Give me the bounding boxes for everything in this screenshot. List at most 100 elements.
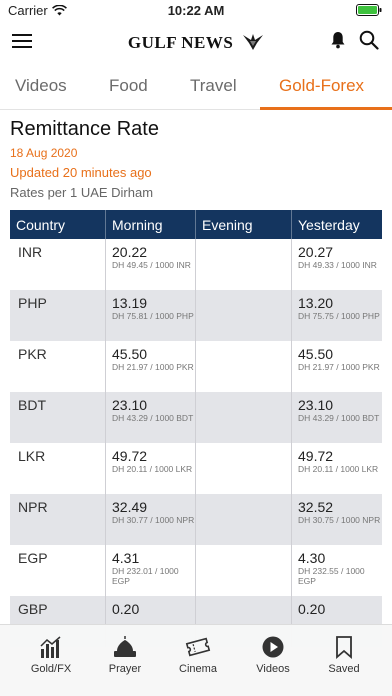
status-bar: Carrier 10:22 AM bbox=[0, 0, 392, 22]
morning-dh-rate: DH 43.29 / 1000 BDT bbox=[112, 413, 194, 423]
yesterday-cell: 4.30 DH 232.55 / 1000 EGP bbox=[292, 545, 382, 596]
morning-rate: 0.20 bbox=[112, 601, 140, 617]
table-row: BDT 23.10 DH 43.29 / 1000 BDT 23.10 DH 43.… bbox=[10, 392, 382, 443]
evening-cell bbox=[196, 290, 292, 341]
header-morning: Morning bbox=[106, 210, 196, 239]
tab-videos[interactable]: Videos bbox=[15, 76, 67, 96]
yesterday-rate: 0.20 bbox=[298, 601, 326, 617]
morning-cell: 23.10 DH 43.29 / 1000 BDT bbox=[106, 392, 196, 443]
country-code: EGP bbox=[10, 545, 106, 596]
morning-rate: 4.31 bbox=[112, 550, 140, 566]
morning-dh-rate: DH 21.97 / 1000 PKR bbox=[112, 362, 194, 372]
tab-food[interactable]: Food bbox=[109, 76, 148, 96]
yesterday-cell: 49.72 DH 20.11 / 1000 LKR bbox=[292, 443, 382, 494]
chart-bars-icon bbox=[40, 636, 61, 658]
page-title: Remittance Rate bbox=[10, 118, 159, 140]
nav-label: Videos bbox=[256, 663, 290, 675]
header-country: Country bbox=[10, 210, 106, 239]
nav-label: Gold/FX bbox=[30, 663, 72, 675]
falcon-emblem-icon bbox=[243, 34, 264, 50]
yesterday-cell: 32.52 DH 30.75 / 1000 NPR bbox=[292, 494, 382, 545]
evening-cell bbox=[196, 443, 292, 494]
morning-dh-rate: DH 75.81 / 1000 PHP bbox=[112, 311, 194, 321]
tab-gold-forex[interactable]: Gold-Forex bbox=[279, 76, 364, 96]
country-code: BDT bbox=[10, 392, 106, 443]
yesterday-rate: 45.50 bbox=[298, 346, 334, 362]
morning-dh-rate: DH 232.01 / 1000 EGP bbox=[112, 566, 179, 586]
rates-table: Country Morning Evening Yesterday INR 20… bbox=[10, 210, 382, 647]
nav-label: Prayer bbox=[108, 663, 142, 675]
morning-dh-rate: DH 20.11 / 1000 LKR bbox=[112, 464, 193, 474]
evening-cell bbox=[196, 545, 292, 596]
yesterday-dh-rate: DH 30.75 / 1000 NPR bbox=[298, 515, 381, 525]
table-row: NPR 32.49 DH 30.77 / 1000 NPR 32.52 DH 30.… bbox=[10, 494, 382, 545]
brand-name: GULF NEWS bbox=[127, 33, 234, 52]
evening-cell bbox=[196, 239, 292, 290]
morning-rate: 32.49 bbox=[112, 499, 148, 515]
app-header: GULF NEWS bbox=[0, 22, 392, 62]
mosque-icon bbox=[114, 636, 136, 657]
morning-dh-rate: DH 30.77 / 1000 NPR bbox=[112, 515, 195, 525]
page-date: 18 Aug 2020 bbox=[10, 146, 78, 160]
yesterday-rate: 20.27 bbox=[298, 244, 334, 260]
table-row: LKR 49.72 DH 20.11 / 1000 LKR 49.72 DH 20.… bbox=[10, 443, 382, 494]
country-code: NPR bbox=[10, 494, 106, 545]
nav-label: Cinema bbox=[179, 663, 217, 675]
morning-cell: 4.31 DH 232.01 / 1000 EGP bbox=[106, 545, 196, 596]
morning-cell: 45.50 DH 21.97 / 1000 PKR bbox=[106, 341, 196, 392]
nav-prayer[interactable]: Prayer bbox=[95, 635, 155, 675]
bookmark-icon bbox=[336, 636, 352, 659]
nav-videos[interactable]: Videos bbox=[243, 635, 303, 675]
morning-cell: 13.19 DH 75.81 / 1000 PHP bbox=[106, 290, 196, 341]
morning-rate: 23.10 bbox=[112, 397, 148, 413]
table-row: EGP 4.31 DH 232.01 / 1000 EGP 4.30 DH 232.… bbox=[10, 545, 382, 596]
nav-cinema[interactable]: Cinema bbox=[168, 635, 228, 675]
tab-travel[interactable]: Travel bbox=[190, 76, 237, 96]
yesterday-cell: 45.50 DH 21.97 / 1000 PKR bbox=[292, 341, 382, 392]
nav-label: Saved bbox=[328, 663, 360, 675]
active-tab-indicator bbox=[260, 107, 392, 110]
search-icon[interactable] bbox=[359, 30, 379, 50]
morning-cell: 32.49 DH 30.77 / 1000 NPR bbox=[106, 494, 196, 545]
morning-cell: 20.22 DH 49.45 / 1000 INR bbox=[106, 239, 196, 290]
morning-cell: 49.72 DH 20.11 / 1000 LKR bbox=[106, 443, 196, 494]
yesterday-cell: 13.20 DH 75.75 / 1000 PHP bbox=[292, 290, 382, 341]
country-code: PKR bbox=[10, 341, 106, 392]
battery-icon bbox=[356, 4, 382, 16]
evening-cell bbox=[196, 494, 292, 545]
table-row: INR 20.22 DH 49.45 / 1000 INR 20.27 DH 49.… bbox=[10, 239, 382, 290]
header-evening: Evening bbox=[196, 210, 292, 239]
yesterday-dh-rate: DH 21.97 / 1000 PKR bbox=[298, 362, 380, 372]
yesterday-cell: 20.27 DH 49.33 / 1000 INR bbox=[292, 239, 382, 290]
yesterday-dh-rate: DH 43.29 / 1000 BDT bbox=[298, 413, 380, 423]
country-code: LKR bbox=[10, 443, 106, 494]
yesterday-rate: 32.52 bbox=[298, 499, 334, 515]
header-yesterday: Yesterday bbox=[298, 217, 360, 233]
yesterday-rate: 4.30 bbox=[298, 550, 326, 566]
rates-note: Rates per 1 UAE Dirham bbox=[10, 185, 154, 200]
yesterday-rate: 49.72 bbox=[298, 448, 334, 464]
updated-status: Updated 20 minutes ago bbox=[10, 165, 152, 180]
yesterday-dh-rate: DH 75.75 / 1000 PHP bbox=[298, 311, 380, 321]
play-circle-icon bbox=[262, 636, 284, 658]
morning-rate: 45.50 bbox=[112, 346, 148, 362]
country-code: PHP bbox=[10, 290, 106, 341]
country-code: INR bbox=[10, 239, 106, 290]
bell-icon[interactable] bbox=[330, 31, 346, 49]
yesterday-rate: 13.20 bbox=[298, 295, 334, 311]
evening-cell bbox=[196, 392, 292, 443]
nav-gold-fx[interactable]: Gold/FX bbox=[21, 635, 81, 675]
yesterday-dh-rate: DH 20.11 / 1000 LKR bbox=[298, 464, 379, 474]
morning-dh-rate: DH 49.45 / 1000 INR bbox=[112, 260, 191, 270]
nav-saved[interactable]: Saved bbox=[314, 635, 374, 675]
bottom-nav: Gold/FX Prayer Cinema Videos Saved bbox=[0, 624, 392, 696]
morning-rate: 49.72 bbox=[112, 448, 148, 464]
evening-cell bbox=[196, 341, 292, 392]
morning-rate: 20.22 bbox=[112, 244, 148, 260]
table-row: PHP 13.19 DH 75.81 / 1000 PHP 13.20 DH 75.… bbox=[10, 290, 382, 341]
ticket-icon bbox=[185, 637, 211, 657]
status-time: 10:22 AM bbox=[167, 3, 225, 18]
section-tabs: Videos Food Travel Gold-Forex bbox=[0, 66, 392, 110]
yesterday-dh-rate: DH 232.55 / 1000 EGP bbox=[298, 566, 365, 586]
morning-rate: 13.19 bbox=[112, 295, 148, 311]
